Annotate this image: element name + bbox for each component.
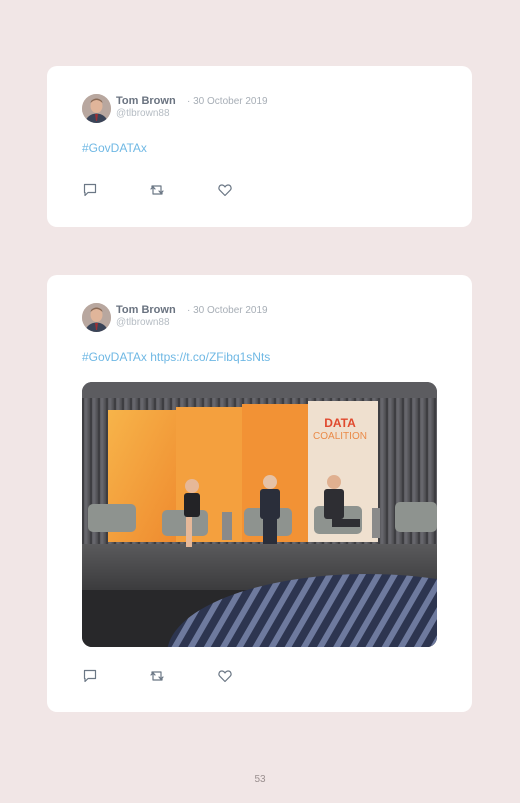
tweet-photo[interactable]: DATA COALITION [82,382,437,647]
page-number: 53 [254,774,266,785]
tweet-card: Tom Brown · 30 October 2019 @tlbrown88 #… [47,66,472,227]
tweet-text: #GovDATAx [82,141,147,155]
retweet-icon[interactable] [149,182,165,198]
author-name[interactable]: Tom Brown [116,304,176,316]
heart-icon[interactable] [217,668,233,684]
heart-icon[interactable] [217,182,233,198]
tweet-date: · 30 October 2019 [187,96,268,107]
author-name[interactable]: Tom Brown [116,95,176,107]
author-handle[interactable]: @tlbrown88 [116,108,170,119]
reply-icon[interactable] [82,182,98,198]
banner-text: COALITION [313,431,367,442]
avatar[interactable] [82,303,111,332]
author-handle[interactable]: @tlbrown88 [116,317,170,328]
retweet-icon[interactable] [149,668,165,684]
avatar[interactable] [82,94,111,123]
hashtag-link[interactable]: #GovDATAx [82,350,147,364]
banner-text: DATA [324,416,356,430]
tweet-date: · 30 October 2019 [187,305,268,316]
url-link[interactable]: https://t.co/ZFibq1sNts [150,350,270,364]
tweet-text: #GovDATAx https://t.co/ZFibq1sNts [82,350,270,364]
tweet-card: Tom Brown · 30 October 2019 @tlbrown88 #… [47,275,472,712]
hashtag-link[interactable]: #GovDATAx [82,141,147,155]
reply-icon[interactable] [82,668,98,684]
